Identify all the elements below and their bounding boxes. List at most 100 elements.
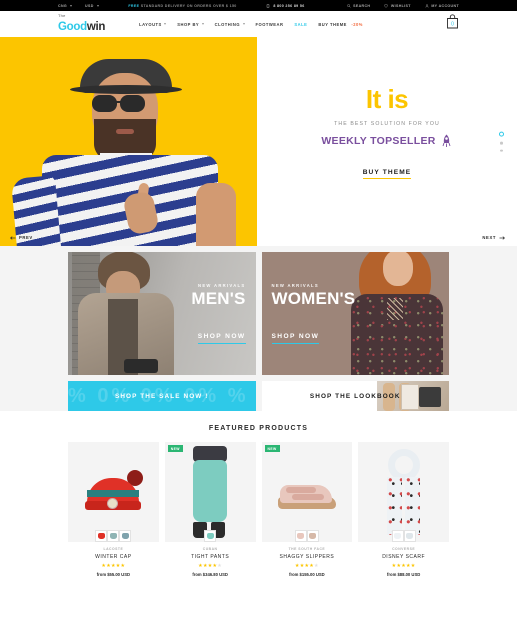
hero-cta-label: BUY THEME: [362, 168, 412, 176]
phone-number[interactable]: 8 800 256 89 56: [266, 4, 304, 8]
slider-next-button[interactable]: NEXT: [482, 235, 505, 240]
logo-the: The: [58, 12, 66, 18]
product-rating: ★★★★★: [391, 563, 416, 569]
chevron-down-icon: [201, 23, 204, 25]
nav-item-clothing[interactable]: CLOTHING: [215, 22, 245, 27]
strap-shape: [285, 487, 316, 493]
slider-prev-button[interactable]: PREV: [10, 235, 33, 240]
promo-free-label: FREE: [128, 3, 140, 8]
product-card[interactable]: NEW CUBAN TIGHT PANTS ★★★★★ from $346.80…: [164, 442, 256, 577]
cap-band-shape: [87, 490, 140, 497]
heart-icon: [384, 3, 389, 8]
product-image[interactable]: NEW: [261, 442, 353, 542]
hero-topseller-label: WEEKLY TOPSELLER: [321, 135, 436, 148]
product-rating: ★★★★★: [101, 563, 126, 569]
nav-item-sale[interactable]: SALE: [294, 22, 307, 27]
user-icon: [425, 3, 429, 8]
product-rating: ★★★★★: [198, 563, 223, 569]
phone-label: 8 800 256 89 56: [273, 3, 305, 8]
color-swatch[interactable]: [119, 530, 132, 542]
nav-label: LAYOUTS: [139, 21, 162, 27]
womens-kicker: NEW ARRIVALS: [271, 282, 319, 288]
language-selector[interactable]: USD: [85, 4, 99, 8]
site-header: The Goodwin LAYOUTS SHOP BY CLOTHING FOO…: [0, 11, 517, 37]
slider-dot-1[interactable]: [498, 131, 504, 137]
rocket-icon: [442, 134, 451, 147]
product-image[interactable]: NEW: [164, 442, 256, 542]
logo[interactable]: The Goodwin: [58, 12, 105, 35]
product-image[interactable]: [358, 442, 449, 542]
top-bar: CNG USD FREE STANDARD DELIVERY ON ORDERS…: [0, 0, 517, 11]
category-banner-mens[interactable]: NEW ARRIVALS MEN'S SHOP NOW: [68, 252, 256, 375]
arrow-left-icon: [10, 235, 16, 240]
color-swatch[interactable]: [403, 530, 416, 542]
mens-title: MEN'S: [191, 288, 246, 308]
mens-shop-now-button[interactable]: SHOP NOW: [197, 333, 246, 345]
wishlist-label: WISHLIST: [390, 3, 411, 8]
color-swatch[interactable]: [204, 530, 217, 542]
womens-shop-now-button[interactable]: SHOP NOW: [271, 332, 320, 345]
tight-pants-illustration: [187, 446, 233, 538]
slider-dots: [498, 131, 504, 152]
currency-selector[interactable]: CNG: [58, 4, 73, 8]
nav-item-buy-theme[interactable]: BUY THEME -20%: [318, 22, 363, 27]
product-price: from $88.00 USD: [386, 572, 421, 577]
mens-kicker: NEW ARRIVALS: [198, 282, 246, 288]
sunglass-left: [92, 95, 117, 112]
product-brand: LACOSTE: [103, 547, 124, 551]
category-banner-womens[interactable]: NEW ARRIVALS WOMEN'S SHOP NOW: [261, 252, 450, 375]
search-button[interactable]: SEARCH: [346, 3, 371, 8]
promo-message: FREE STANDARD DELIVERY ON ORDERS OVER $ …: [99, 4, 267, 8]
arm-right: [196, 183, 236, 246]
promo-strips: % 0% 0% 0% % SHOP THE SALE NOW ! SHOP TH…: [0, 381, 517, 411]
product-card[interactable]: LACOSTE WINTER CAP ★★★★★ from $55.00 USD: [68, 442, 159, 577]
hero-headline: It is: [365, 83, 409, 114]
sunglass-bridge: [116, 101, 122, 103]
product-brand: THE SOUTH FACE: [288, 547, 326, 551]
winter-cap-illustration: [83, 468, 144, 516]
womens-banner-content: NEW ARRIVALS WOMEN'S SHOP NOW: [262, 252, 450, 375]
slider-dot-3[interactable]: [499, 149, 503, 152]
hero-content: It is THE BEST SOLUTION FOR YOU WEEKLY T…: [257, 37, 517, 246]
womens-shop-now-underline: [271, 342, 320, 345]
hero-image-man: PREV: [0, 37, 257, 246]
mens-banner-content: NEW ARRIVALS MEN'S SHOP NOW: [68, 252, 256, 375]
wishlist-button[interactable]: WISHLIST: [384, 4, 410, 8]
mens-shop-now-underline: [197, 342, 246, 345]
chair-shape: [401, 384, 419, 410]
product-name: WINTER CAP: [95, 554, 132, 560]
color-swatch[interactable]: [95, 530, 108, 542]
color-swatch[interactable]: [391, 530, 404, 542]
womens-shop-now-label: SHOP NOW: [271, 332, 320, 340]
arrow-right-icon: [499, 235, 505, 240]
scarf-tail-shape: [386, 477, 402, 535]
nav-item-footwear[interactable]: FOOTWEAR: [256, 22, 284, 27]
color-swatch[interactable]: [294, 530, 307, 542]
slider-dot-2[interactable]: [499, 141, 503, 145]
featured-products-title: FEATURED PRODUCTS: [208, 425, 309, 432]
product-image[interactable]: [68, 442, 159, 542]
cart-button[interactable]: 0: [446, 14, 459, 34]
strip-banner-lookbook[interactable]: SHOP THE LOOKBOOK: [261, 381, 449, 411]
color-swatch[interactable]: [306, 530, 319, 542]
cart-count: 0: [451, 22, 454, 28]
color-swatch[interactable]: [107, 530, 120, 542]
product-card[interactable]: NEW THE SOUTH FACE SHAGGY SLIPPERS ★★★★★…: [261, 442, 353, 577]
hero-cta-button[interactable]: BUY THEME: [362, 168, 412, 180]
womens-title: WOMEN'S: [271, 288, 356, 308]
my-account-button[interactable]: MY ACCOUNT: [425, 4, 459, 8]
phone-icon: [267, 3, 270, 8]
topbar-left: CNG USD: [58, 4, 99, 8]
search-icon: [346, 3, 351, 8]
product-price: from $55.00 USD: [96, 572, 131, 577]
strip-banner-sale[interactable]: % 0% 0% 0% % SHOP THE SALE NOW !: [68, 381, 256, 411]
chevron-down-icon: [164, 23, 167, 25]
nav-item-layouts[interactable]: LAYOUTS: [139, 21, 167, 27]
color-swatches: [294, 530, 319, 542]
product-name: SHAGGY SLIPPERS: [279, 554, 335, 560]
product-card[interactable]: CONVERSE DISNEY SCARF ★★★★★ from $88.00 …: [358, 442, 449, 577]
nav-item-shop-by[interactable]: SHOP BY: [177, 22, 204, 27]
search-label: SEARCH: [353, 3, 371, 8]
product-name: TIGHT PANTS: [191, 554, 230, 560]
main-nav: LAYOUTS SHOP BY CLOTHING FOOTWEAR SALE B…: [139, 22, 363, 27]
